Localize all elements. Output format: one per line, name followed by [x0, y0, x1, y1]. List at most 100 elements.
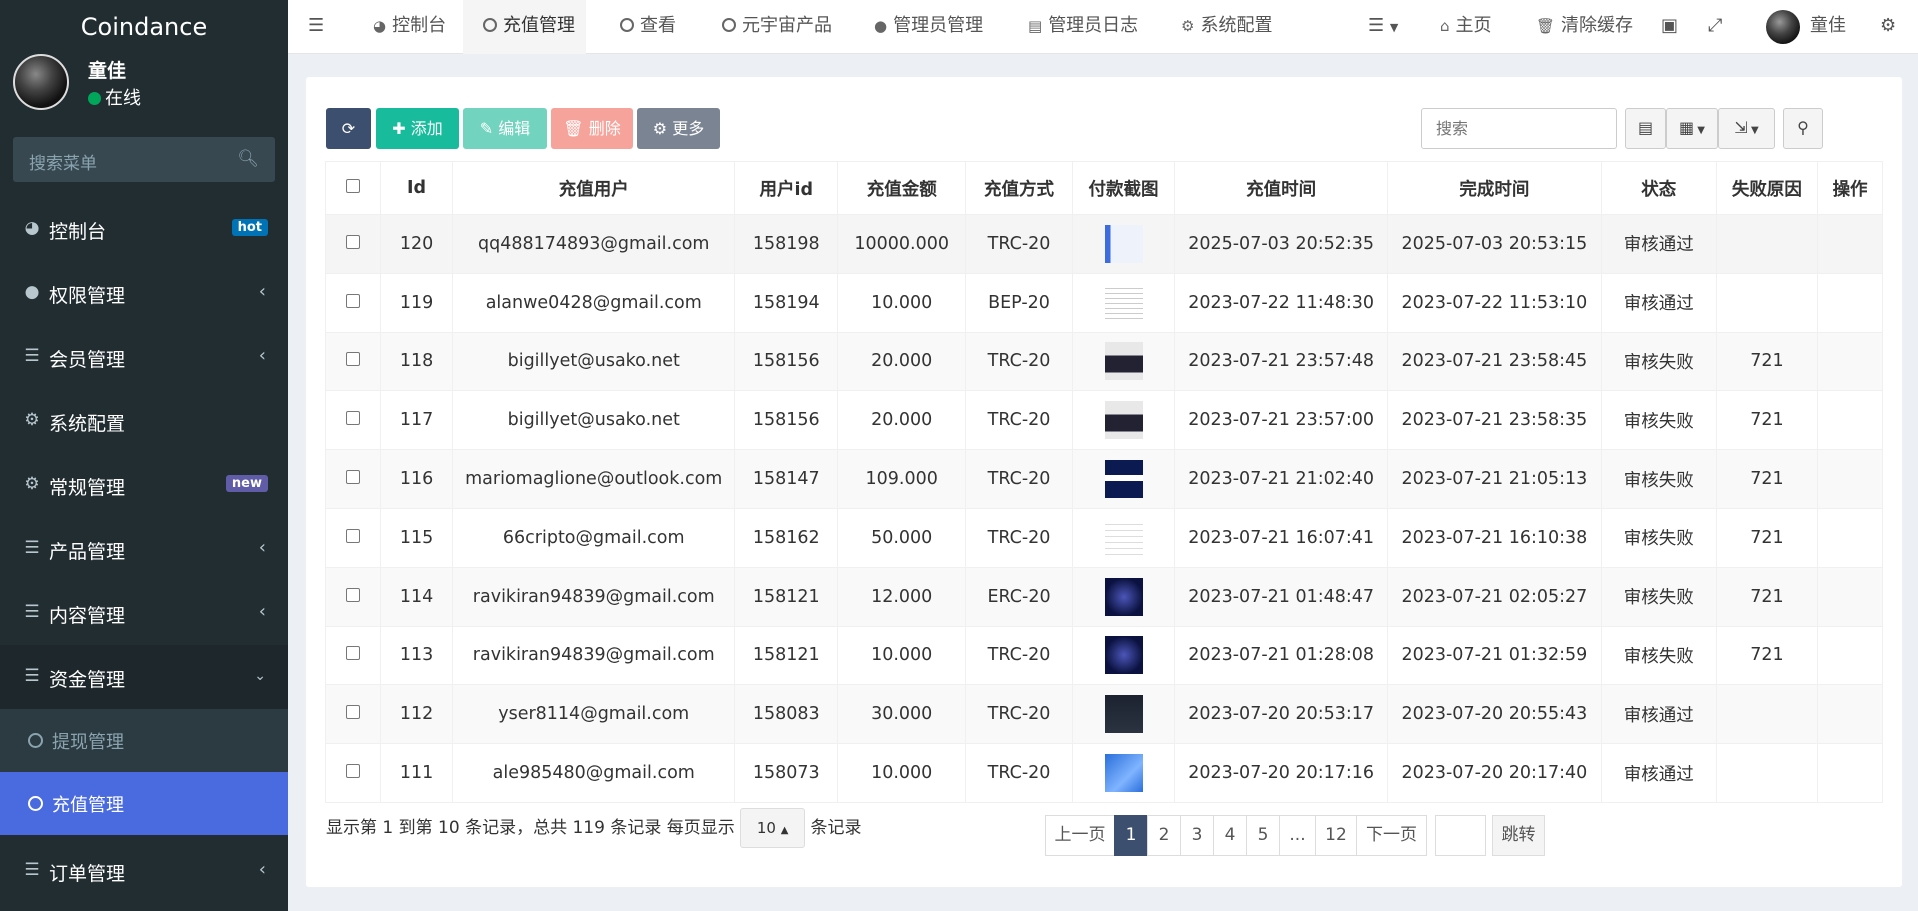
- jump-button[interactable]: 跳转: [1492, 815, 1545, 856]
- column-header[interactable]: 操作: [1817, 161, 1883, 215]
- payment-screenshot-thumbnail[interactable]: [1104, 401, 1143, 440]
- table-row[interactable]: 118 bigillyet@usako.net 158156 20.000 TRC-20…: [325, 331, 1883, 392]
- row-checkbox[interactable]: [345, 705, 360, 720]
- delete-button[interactable]: 🗑︎ 删除: [551, 108, 633, 149]
- page-button[interactable]: 4: [1213, 815, 1247, 856]
- row-checkbox[interactable]: [345, 528, 360, 543]
- sidebar-item-general[interactable]: ⚙ 常规管理 new: [0, 453, 288, 517]
- cell-actions[interactable]: [1817, 390, 1883, 451]
- table-row[interactable]: 120 qq488174893@gmail.com 158198 10000.000 T…: [325, 214, 1883, 274]
- payment-screenshot-thumbnail[interactable]: [1104, 636, 1143, 675]
- menu-search-input[interactable]: 搜索菜单 🔍︎: [13, 137, 275, 182]
- table-row[interactable]: 111 ale985480@gmail.com 158073 10.000 TRC-20…: [325, 743, 1883, 803]
- sidebar-item-members[interactable]: ☰ 会员管理 ‹: [0, 325, 288, 389]
- table-row[interactable]: 112 yser8114@gmail.com 158083 30.000 TRC-20 2…: [325, 684, 1883, 745]
- column-header[interactable]: 用户id: [734, 161, 839, 215]
- advanced-search-button[interactable]: ⚲: [1783, 108, 1823, 149]
- cell-actions[interactable]: [1817, 331, 1883, 392]
- table-row[interactable]: 115 66cripto@gmail.com 158162 50.000 TRC-20 2…: [325, 507, 1883, 568]
- page-button[interactable]: 12: [1315, 815, 1357, 856]
- column-header[interactable]: 充值时间: [1174, 161, 1388, 215]
- table-row[interactable]: 116 mariomaglione@outlook.com 158147 109.00…: [325, 449, 1883, 509]
- row-select-cell[interactable]: [325, 507, 381, 568]
- cell-actions[interactable]: [1817, 625, 1883, 686]
- top-user-name[interactable]: 童佳: [1810, 0, 1846, 54]
- top-user-avatar[interactable]: [1766, 10, 1800, 44]
- row-checkbox[interactable]: [345, 411, 360, 426]
- sidebar-subitem-withdrawals[interactable]: 提现管理: [0, 709, 288, 772]
- column-header[interactable]: 状态: [1600, 161, 1717, 215]
- export-button[interactable]: ⇲ ▼: [1718, 108, 1775, 149]
- page-button[interactable]: 5: [1246, 815, 1280, 856]
- payment-screenshot-thumbnail[interactable]: [1104, 518, 1143, 557]
- sidebar-item-dashboard[interactable]: ◕ 控制台 hot: [0, 197, 288, 261]
- clear-cache-button[interactable]: 🗑︎ 清除缓存: [1536, 0, 1633, 54]
- column-header[interactable]: 充值用户: [452, 161, 736, 215]
- columns-button[interactable]: ▦ ▼: [1666, 108, 1718, 149]
- row-select-cell[interactable]: [325, 272, 381, 333]
- row-checkbox[interactable]: [345, 764, 360, 779]
- search-icon[interactable]: 🔍︎: [237, 149, 259, 169]
- payment-screenshot-thumbnail[interactable]: [1104, 342, 1143, 381]
- payment-screenshot-thumbnail[interactable]: [1104, 695, 1143, 734]
- row-checkbox[interactable]: [345, 293, 360, 308]
- payment-screenshot-thumbnail[interactable]: [1104, 283, 1143, 322]
- column-header[interactable]: 付款截图: [1071, 161, 1176, 215]
- row-select-cell[interactable]: [325, 684, 381, 745]
- cell-actions[interactable]: [1817, 449, 1883, 509]
- column-header[interactable]: 充值方式: [965, 161, 1073, 215]
- fullscreen-icon[interactable]: ⤢: [1708, 0, 1722, 54]
- language-icon[interactable]: ▣: [1661, 0, 1678, 54]
- home-link[interactable]: ⌂ 主页: [1440, 0, 1492, 54]
- row-checkbox[interactable]: [345, 352, 360, 367]
- page-size-select[interactable]: 10 ▲: [740, 808, 806, 848]
- row-select-cell[interactable]: [325, 625, 381, 686]
- sidebar-item-system-config[interactable]: ⚙ 系统配置: [0, 389, 288, 453]
- row-select-cell[interactable]: [325, 566, 381, 627]
- tab-view[interactable]: 查看: [620, 0, 676, 54]
- tab-system-config[interactable]: ⚙ 系统配置: [1181, 0, 1272, 54]
- payment-screenshot-thumbnail[interactable]: [1104, 460, 1143, 499]
- toggle-view-button[interactable]: ▤: [1625, 108, 1666, 149]
- row-checkbox[interactable]: [345, 646, 360, 661]
- column-header[interactable]: Id: [379, 161, 454, 215]
- table-search-input[interactable]: [1421, 108, 1617, 149]
- settings-gears-icon[interactable]: ⚙: [1880, 0, 1896, 54]
- brand-logo[interactable]: Coindance: [0, 0, 288, 54]
- add-button[interactable]: ✚ 添加: [376, 108, 459, 149]
- refresh-button[interactable]: ⟳: [326, 108, 371, 149]
- column-header[interactable]: 充值金额: [837, 161, 967, 215]
- next-page-button[interactable]: 下一页: [1356, 815, 1427, 856]
- tab-admin-log[interactable]: ▤ 管理员日志: [1028, 0, 1138, 54]
- sidebar-item-products[interactable]: ☰ 产品管理 ‹: [0, 517, 288, 581]
- select-all-header[interactable]: [325, 161, 381, 215]
- edit-button[interactable]: ✎ 编辑: [463, 108, 547, 149]
- cell-actions[interactable]: [1817, 743, 1883, 803]
- table-row[interactable]: 119 alanwe0428@gmail.com 158194 10.000 BEP-2…: [325, 272, 1883, 333]
- cell-actions[interactable]: [1817, 566, 1883, 627]
- sidebar-item-permissions[interactable]: ● 权限管理 ‹: [0, 261, 288, 325]
- column-header[interactable]: 完成时间: [1386, 161, 1602, 215]
- cell-actions[interactable]: [1817, 684, 1883, 745]
- payment-screenshot-thumbnail[interactable]: [1104, 224, 1143, 263]
- sidebar-item-content[interactable]: ☰ 内容管理 ‹: [0, 581, 288, 645]
- payment-screenshot-thumbnail[interactable]: [1104, 754, 1143, 793]
- more-button[interactable]: ⚙ 更多: [637, 108, 720, 149]
- column-header[interactable]: 失败原因: [1715, 161, 1819, 215]
- jump-page-input[interactable]: [1435, 815, 1486, 856]
- tab-admin-management[interactable]: ● 管理员管理: [874, 0, 983, 54]
- cell-actions[interactable]: [1817, 507, 1883, 568]
- row-select-cell[interactable]: [325, 449, 381, 509]
- sidebar-item-funds[interactable]: ☰ 资金管理 ⌄: [0, 645, 288, 709]
- table-row[interactable]: 113 ravikiran94839@gmail.com 158121 10.000 T…: [325, 625, 1883, 686]
- tab-recharge-management[interactable]: 充值管理: [463, 0, 586, 54]
- tab-metaverse-products[interactable]: 元宇宙产品: [722, 0, 832, 54]
- table-row[interactable]: 114 ravikiran94839@gmail.com 158121 12.000 E…: [325, 566, 1883, 627]
- tab-dashboard[interactable]: ◕ 控制台: [363, 0, 456, 54]
- sidebar-item-orders[interactable]: ☰ 订单管理 ‹: [0, 839, 288, 903]
- prev-page-button[interactable]: 上一页: [1045, 815, 1115, 856]
- row-select-cell[interactable]: [325, 390, 381, 451]
- page-button[interactable]: 3: [1180, 815, 1214, 856]
- page-button[interactable]: 2: [1147, 815, 1181, 856]
- row-checkbox[interactable]: [345, 470, 360, 485]
